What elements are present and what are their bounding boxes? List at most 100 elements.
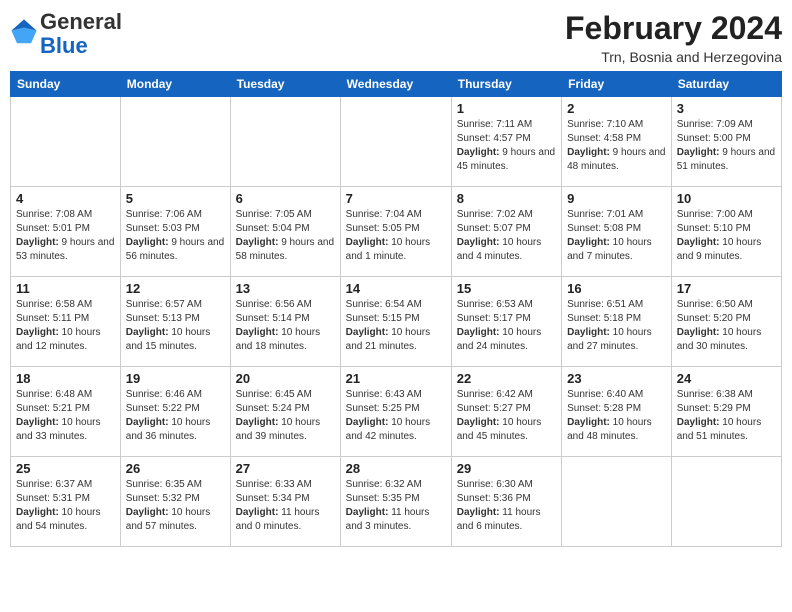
day-info: Sunrise: 6:58 AMSunset: 5:11 PMDaylight:… <box>16 298 115 354</box>
day-number: 27 <box>236 461 335 476</box>
calendar-cell: 29Sunrise: 6:30 AMSunset: 5:36 PMDayligh… <box>451 457 561 547</box>
day-info: Sunrise: 6:43 AMSunset: 5:25 PMDaylight:… <box>346 388 446 444</box>
weekday-header-tuesday: Tuesday <box>230 72 340 97</box>
calendar-cell: 10 Sunrise: 7:00 AMSunset: 5:10 PMDayligh… <box>671 187 781 277</box>
day-info: Sunrise: 7:09 AMSunset: 5:00 PMDaylight:… <box>677 118 776 174</box>
day-info: Sunrise: 7:06 AMSunset: 5:03 PMDaylight:… <box>126 208 225 264</box>
calendar-cell: 26 Sunrise: 6:35 AMSunset: 5:32 PMDayligh… <box>120 457 230 547</box>
weekday-header-saturday: Saturday <box>671 72 781 97</box>
calendar-cell: 16 Sunrise: 6:51 AMSunset: 5:18 PMDayligh… <box>562 277 672 367</box>
day-number: 20 <box>236 371 335 386</box>
weekday-header-wednesday: Wednesday <box>340 72 451 97</box>
logo-icon <box>10 18 38 46</box>
calendar-cell: 8 Sunrise: 7:02 AMSunset: 5:07 PMDaylight… <box>451 187 561 277</box>
day-number: 17 <box>677 281 776 296</box>
calendar-week-row: 4Sunrise: 7:08 AMSunset: 5:01 PMDaylight… <box>11 187 782 277</box>
calendar-cell: 28 Sunrise: 6:32 AMSunset: 5:35 PMDayligh… <box>340 457 451 547</box>
month-year-title: February 2024 <box>565 10 782 47</box>
day-info: Sunrise: 6:54 AMSunset: 5:15 PMDaylight:… <box>346 298 446 354</box>
day-info: Sunrise: 7:11 AMSunset: 4:57 PMDaylight:… <box>457 118 556 174</box>
calendar-week-row: 11Sunrise: 6:58 AMSunset: 5:11 PMDayligh… <box>11 277 782 367</box>
calendar-cell: 9Sunrise: 7:01 AMSunset: 5:08 PMDaylight… <box>562 187 672 277</box>
calendar-cell: 27 Sunrise: 6:33 AMSunset: 5:34 PMDayligh… <box>230 457 340 547</box>
calendar-cell: 18 Sunrise: 6:48 AMSunset: 5:21 PMDayligh… <box>11 367 121 457</box>
logo-general-text: General <box>40 9 122 34</box>
day-info: Sunrise: 6:46 AMSunset: 5:22 PMDaylight:… <box>126 388 225 444</box>
title-block: February 2024 Trn, Bosnia and Herzegovin… <box>565 10 782 65</box>
calendar-cell <box>340 97 451 187</box>
day-info: Sunrise: 6:42 AMSunset: 5:27 PMDaylight:… <box>457 388 556 444</box>
calendar-week-row: 18 Sunrise: 6:48 AMSunset: 5:21 PMDayligh… <box>11 367 782 457</box>
calendar-cell: 14 Sunrise: 6:54 AMSunset: 5:15 PMDayligh… <box>340 277 451 367</box>
weekday-header-monday: Monday <box>120 72 230 97</box>
calendar-cell: 5 Sunrise: 7:06 AMSunset: 5:03 PMDaylight… <box>120 187 230 277</box>
calendar-cell: 13 Sunrise: 6:56 AMSunset: 5:14 PMDayligh… <box>230 277 340 367</box>
calendar-week-row: 25Sunrise: 6:37 AMSunset: 5:31 PMDayligh… <box>11 457 782 547</box>
day-info: Sunrise: 6:50 AMSunset: 5:20 PMDaylight:… <box>677 298 776 354</box>
day-info: Sunrise: 6:32 AMSunset: 5:35 PMDaylight:… <box>346 478 446 534</box>
day-info: Sunrise: 6:35 AMSunset: 5:32 PMDaylight:… <box>126 478 225 534</box>
logo-text: General Blue <box>40 10 122 58</box>
day-number: 22 <box>457 371 556 386</box>
calendar-cell <box>120 97 230 187</box>
calendar-cell <box>230 97 340 187</box>
day-number: 29 <box>457 461 556 476</box>
day-number: 5 <box>126 191 225 206</box>
calendar-cell: 6Sunrise: 7:05 AMSunset: 5:04 PMDaylight… <box>230 187 340 277</box>
day-number: 21 <box>346 371 446 386</box>
calendar-week-row: 1 Sunrise: 7:11 AMSunset: 4:57 PMDaylight… <box>11 97 782 187</box>
calendar-cell: 3 Sunrise: 7:09 AMSunset: 5:00 PMDaylight… <box>671 97 781 187</box>
day-number: 10 <box>677 191 776 206</box>
day-number: 24 <box>677 371 776 386</box>
day-number: 15 <box>457 281 556 296</box>
calendar-cell: 12Sunrise: 6:57 AMSunset: 5:13 PMDayligh… <box>120 277 230 367</box>
weekday-header-friday: Friday <box>562 72 672 97</box>
location-subtitle: Trn, Bosnia and Herzegovina <box>565 49 782 65</box>
page-header: General Blue February 2024 Trn, Bosnia a… <box>10 10 782 65</box>
day-info: Sunrise: 7:08 AMSunset: 5:01 PMDaylight:… <box>16 208 115 264</box>
day-number: 1 <box>457 101 556 116</box>
calendar-cell <box>562 457 672 547</box>
day-info: Sunrise: 6:40 AMSunset: 5:28 PMDaylight:… <box>567 388 666 444</box>
calendar-cell <box>11 97 121 187</box>
day-number: 28 <box>346 461 446 476</box>
calendar-cell: 15Sunrise: 6:53 AMSunset: 5:17 PMDayligh… <box>451 277 561 367</box>
day-number: 16 <box>567 281 666 296</box>
logo-blue-text: Blue <box>40 33 88 58</box>
calendar-cell: 17 Sunrise: 6:50 AMSunset: 5:20 PMDayligh… <box>671 277 781 367</box>
calendar-cell <box>671 457 781 547</box>
day-info: Sunrise: 7:00 AMSunset: 5:10 PMDaylight:… <box>677 208 776 264</box>
day-number: 23 <box>567 371 666 386</box>
day-info: Sunrise: 6:56 AMSunset: 5:14 PMDaylight:… <box>236 298 335 354</box>
weekday-header-thursday: Thursday <box>451 72 561 97</box>
day-info: Sunrise: 6:33 AMSunset: 5:34 PMDaylight:… <box>236 478 335 534</box>
day-info: Sunrise: 6:37 AMSunset: 5:31 PMDaylight:… <box>16 478 115 534</box>
day-info: Sunrise: 6:48 AMSunset: 5:21 PMDaylight:… <box>16 388 115 444</box>
day-info: Sunrise: 7:05 AMSunset: 5:04 PMDaylight:… <box>236 208 335 264</box>
day-number: 8 <box>457 191 556 206</box>
logo: General Blue <box>10 10 122 58</box>
calendar-table: SundayMondayTuesdayWednesdayThursdayFrid… <box>10 71 782 547</box>
day-number: 18 <box>16 371 115 386</box>
calendar-cell: 23 Sunrise: 6:40 AMSunset: 5:28 PMDayligh… <box>562 367 672 457</box>
calendar-cell: 20 Sunrise: 6:45 AMSunset: 5:24 PMDayligh… <box>230 367 340 457</box>
calendar-cell: 22 Sunrise: 6:42 AMSunset: 5:27 PMDayligh… <box>451 367 561 457</box>
calendar-cell: 25Sunrise: 6:37 AMSunset: 5:31 PMDayligh… <box>11 457 121 547</box>
calendar-cell: 7Sunrise: 7:04 AMSunset: 5:05 PMDaylight… <box>340 187 451 277</box>
calendar-cell: 11Sunrise: 6:58 AMSunset: 5:11 PMDayligh… <box>11 277 121 367</box>
day-number: 14 <box>346 281 446 296</box>
day-info: Sunrise: 7:02 AMSunset: 5:07 PMDaylight:… <box>457 208 556 264</box>
day-info: Sunrise: 6:51 AMSunset: 5:18 PMDaylight:… <box>567 298 666 354</box>
day-info: Sunrise: 7:04 AMSunset: 5:05 PMDaylight:… <box>346 208 446 264</box>
day-number: 3 <box>677 101 776 116</box>
weekday-header-sunday: Sunday <box>11 72 121 97</box>
calendar-cell: 19 Sunrise: 6:46 AMSunset: 5:22 PMDayligh… <box>120 367 230 457</box>
calendar-cell: 2Sunrise: 7:10 AMSunset: 4:58 PMDaylight… <box>562 97 672 187</box>
weekday-header-row: SundayMondayTuesdayWednesdayThursdayFrid… <box>11 72 782 97</box>
day-info: Sunrise: 6:38 AMSunset: 5:29 PMDaylight:… <box>677 388 776 444</box>
day-info: Sunrise: 6:45 AMSunset: 5:24 PMDaylight:… <box>236 388 335 444</box>
day-number: 19 <box>126 371 225 386</box>
day-number: 13 <box>236 281 335 296</box>
day-info: Sunrise: 7:01 AMSunset: 5:08 PMDaylight:… <box>567 208 666 264</box>
day-number: 26 <box>126 461 225 476</box>
